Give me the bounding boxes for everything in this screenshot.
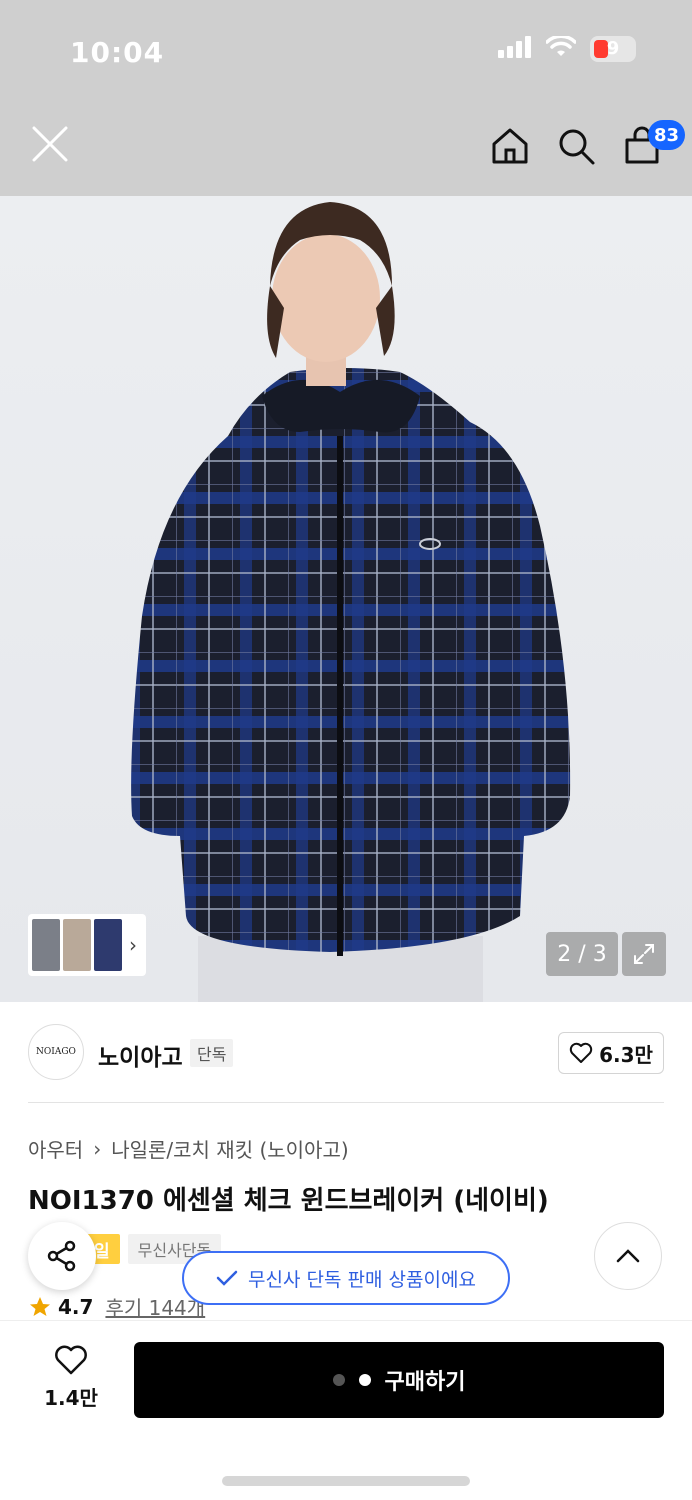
home-button[interactable] [490,126,530,166]
check-icon [216,1270,238,1286]
rating-score: 4.7 [58,1294,94,1319]
brand-like-button[interactable]: 6.3만 [558,1032,664,1074]
signal-icon [498,36,532,62]
status-time: 10:04 [70,36,165,69]
brand-like-count: 6.3만 [599,1042,653,1067]
share-button[interactable] [28,1222,96,1290]
heart-icon [569,1042,593,1063]
scroll-top-button[interactable] [594,1222,662,1290]
breadcrumb-subcategory[interactable]: 나일론/코치 재킷 (노이아고) [111,1134,348,1163]
loading-dot [332,1374,345,1386]
heart-icon [55,1345,87,1375]
home-icon [492,128,528,164]
breadcrumb-separator: › [93,1136,102,1161]
product-photo [131,202,571,1002]
image-counter: 2 / 3 [546,932,618,976]
breadcrumb: 아우터 › 나일론/코치 재킷 (노이아고) [28,1134,349,1163]
buy-button-label: 구매하기 [384,1370,466,1395]
wishlist-count: 1.4만 [44,1386,98,1410]
wishlist-button[interactable]: 1.4만 [36,1344,106,1411]
thumbnail[interactable] [94,919,122,971]
thumbnail[interactable] [63,919,91,971]
top-bar: 10:04 9 83 [0,0,692,196]
thumbnail[interactable] [32,919,60,971]
exclusive-toast: 무신사 단독 판매 상품이에요 [182,1251,510,1305]
rating: 4.7 후기 144개 [28,1292,205,1321]
expand-icon [634,944,654,964]
search-button[interactable] [556,126,596,166]
home-indicator [222,1476,470,1486]
status-icons: 9 [498,34,636,62]
battery-icon: 9 [590,36,636,62]
cart-count-badge: 83 [648,120,686,150]
toast-text: 무신사 단독 판매 상품이에요 [248,1268,476,1291]
product-image[interactable]: › 2 / 3 [0,196,692,1002]
thumbnail-strip[interactable]: › [28,914,146,976]
close-button[interactable] [30,124,70,164]
cart-button[interactable]: 83 [622,120,686,166]
expand-button[interactable] [622,932,666,976]
wifi-icon [545,34,577,62]
chevron-right-icon[interactable]: › [129,933,137,957]
close-icon [32,126,68,162]
brand-name[interactable]: 노이아고 [98,1038,183,1072]
divider [28,1102,664,1103]
exclusive-tag: 단독 [190,1039,234,1067]
product-title: NOI1370 에센셜 체크 윈드브레이커 (네이비) [28,1186,549,1216]
search-icon [559,129,595,165]
brand-logo[interactable]: NOIAGO [28,1024,84,1080]
star-icon [30,1296,50,1316]
share-icon [47,1240,76,1272]
buy-button[interactable]: 구매하기 [134,1342,664,1418]
breadcrumb-category[interactable]: 아우터 [28,1134,83,1163]
chevron-up-icon [616,1249,640,1263]
loading-dot [358,1374,371,1386]
